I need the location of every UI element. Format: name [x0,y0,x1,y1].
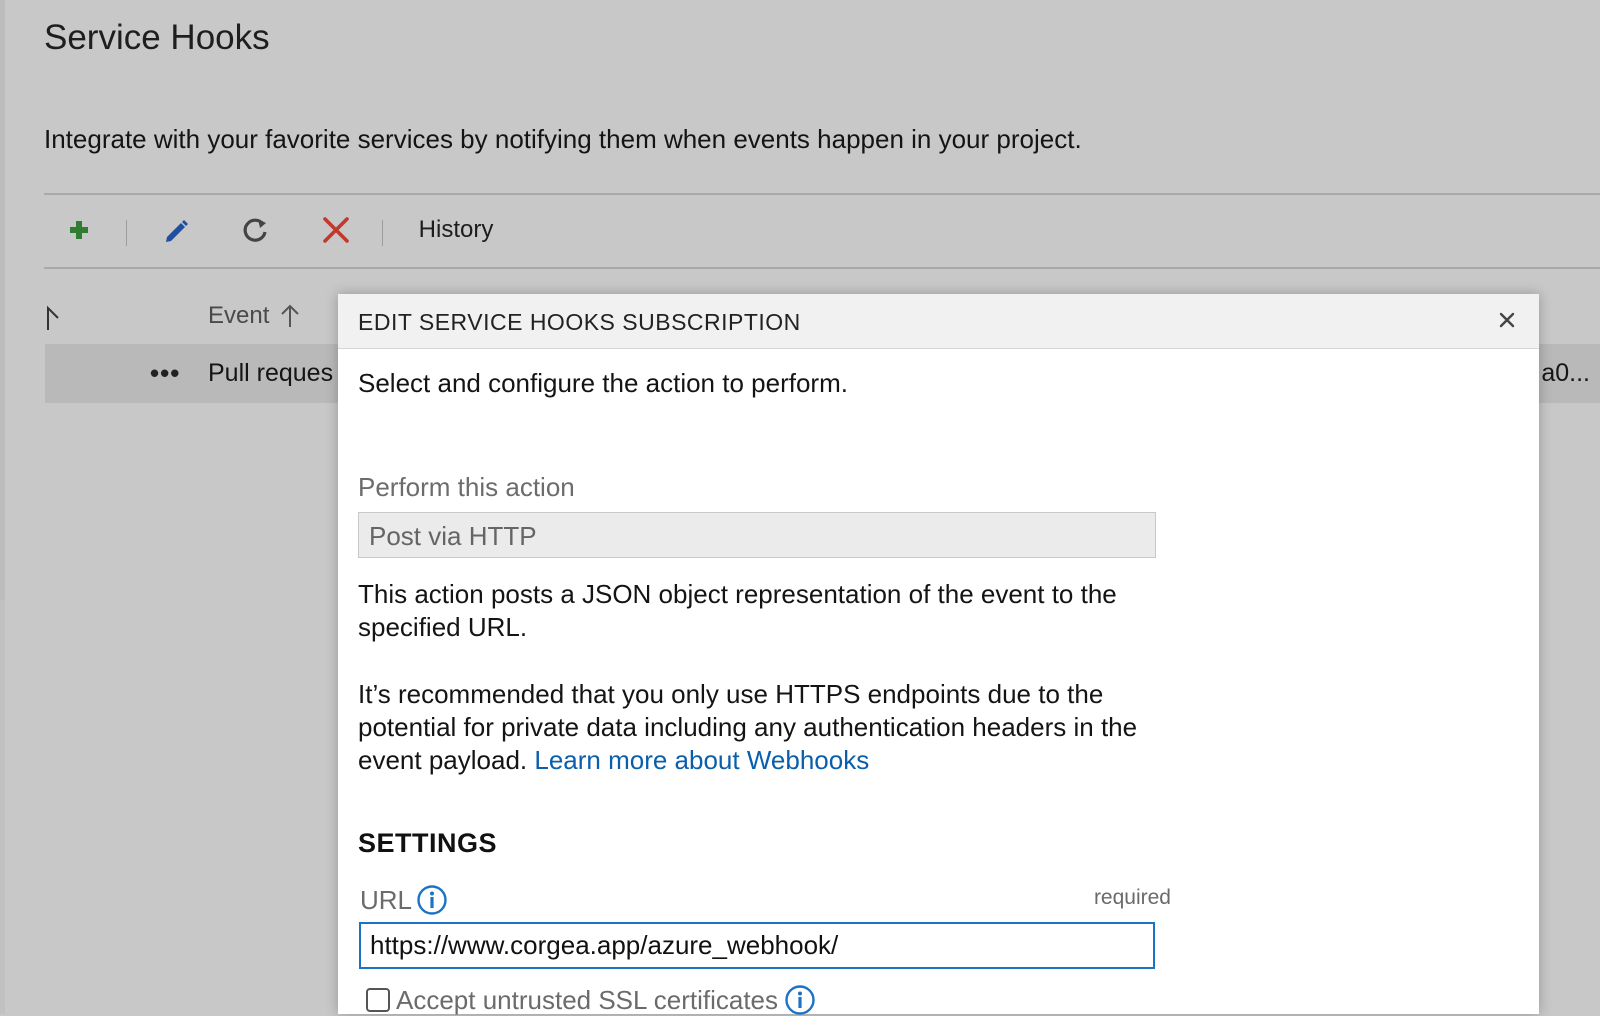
toolbar-bottom-divider [44,267,1600,269]
https-recommendation: It’s recommended that you only use HTTPS… [358,678,1158,777]
plus-icon [70,221,88,239]
toolbar-top-divider [44,193,1600,195]
url-label: URL [360,884,448,916]
history-button[interactable]: History [406,202,506,258]
edit-button[interactable] [156,202,196,258]
ssl-checkbox[interactable] [366,988,390,1012]
dialog-title: EDIT SERVICE HOOKS SUBSCRIPTION [358,309,801,335]
event-column-header[interactable]: Event [208,302,301,330]
action-description: This action posts a JSON object represen… [358,579,1117,642]
edit-subscription-dialog: EDIT SERVICE HOOKS SUBSCRIPTION Select a… [338,294,1539,1016]
pencil-icon [166,220,188,242]
x-icon [323,217,349,243]
toolbar: History [44,202,744,258]
url-label-text: URL [360,884,413,915]
toolbar-separator [382,220,383,246]
left-rail-lower [0,600,5,1014]
page-title: Service Hooks [44,18,270,57]
corner-arrow-icon [47,305,59,330]
refresh-button[interactable] [236,202,276,258]
row-event-cell: Pull reques [208,359,334,387]
close-button[interactable] [1493,306,1521,334]
toolbar-separator [126,220,127,246]
url-input[interactable] [359,922,1155,969]
ssl-label: Accept untrusted SSL certificates [396,984,779,1015]
add-button[interactable] [62,202,96,258]
settings-heading: SETTINGS [358,828,498,858]
info-icon[interactable] [784,984,816,1016]
required-indicator: required [1093,886,1171,909]
sort-column-icon[interactable] [44,304,64,334]
action-label: Perform this action [358,472,575,502]
history-label: History [418,216,494,243]
delete-button[interactable] [316,202,356,258]
dialog-intro: Select and configure the action to perfo… [358,368,848,398]
info-icon[interactable] [416,884,448,916]
close-icon [1499,312,1515,328]
refresh-icon [243,218,267,242]
row-more-actions-button[interactable]: ••• [150,358,180,389]
accept-untrusted-ssl-row[interactable]: Accept untrusted SSL certificates [366,984,816,1016]
page-description: Integrate with your favorite services by… [44,124,1082,154]
row-trailing-cell: a0... [1541,359,1590,387]
event-column-label: Event [208,302,270,329]
action-select[interactable]: Post via HTTP [358,512,1156,558]
learn-more-webhooks-link[interactable]: Learn more about Webhooks [534,745,869,775]
left-rail [0,0,5,600]
sort-ascending-icon [281,304,300,327]
dialog-header: EDIT SERVICE HOOKS SUBSCRIPTION [338,294,1539,349]
